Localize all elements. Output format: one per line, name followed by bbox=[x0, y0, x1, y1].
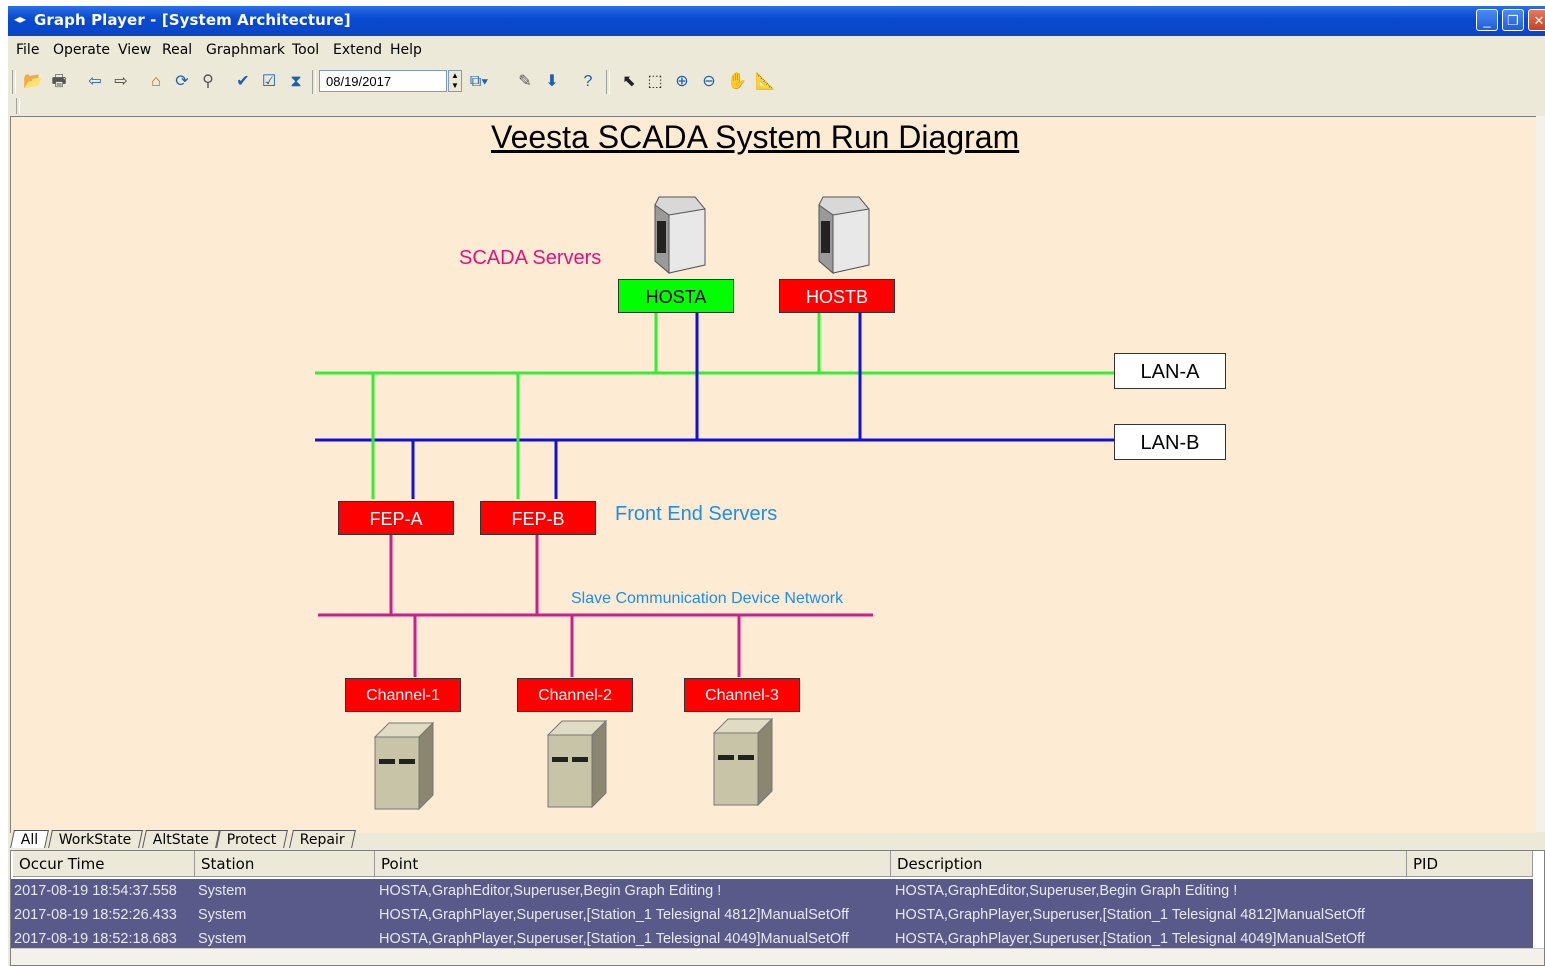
event-tabs: All WorkState AltState Protect Repair bbox=[10, 828, 1545, 850]
tab-altstate[interactable]: AltState bbox=[142, 830, 220, 848]
tab-all[interactable]: All bbox=[10, 830, 50, 848]
diagram-canvas[interactable]: Veesta SCADA System Run Diagram SCADA Se… bbox=[10, 116, 1537, 833]
refresh-icon[interactable]: ⟳ bbox=[171, 71, 193, 93]
device-icon-channel-2 bbox=[546, 719, 608, 809]
date-spinner[interactable]: ▲ ▼ bbox=[448, 70, 462, 92]
back-icon[interactable]: ⇦ bbox=[84, 71, 106, 93]
column-header-occur-time[interactable]: Occur Time bbox=[13, 851, 195, 877]
device-icon-channel-1 bbox=[373, 721, 435, 811]
cell-description: HOSTA,GraphEditor,Superuser,Begin Graph … bbox=[895, 883, 1238, 899]
lan-b-box[interactable]: LAN-B bbox=[1114, 424, 1226, 460]
slave-network-label: Slave Communication Device Network bbox=[571, 590, 844, 607]
toolbar-grip-row bbox=[8, 98, 1545, 116]
check-icon[interactable]: ☑ bbox=[258, 71, 280, 93]
menu-extend[interactable]: Extend bbox=[333, 42, 382, 58]
date-input[interactable] bbox=[319, 70, 447, 92]
cell-occur-time: 2017-08-19 18:54:37.558 bbox=[14, 883, 177, 899]
open-icon[interactable]: 📂 bbox=[22, 71, 44, 93]
select-icon[interactable]: ⬚ bbox=[644, 71, 666, 93]
search-icon[interactable]: ⚲ bbox=[197, 71, 219, 93]
help-icon[interactable]: ? bbox=[577, 71, 599, 93]
tab-workstate[interactable]: WorkState bbox=[48, 830, 143, 848]
scada-servers-label: SCADA Servers bbox=[459, 247, 602, 269]
download-icon[interactable]: ⬇ bbox=[541, 71, 563, 93]
forward-icon[interactable]: ⇨ bbox=[110, 71, 132, 93]
tab-repair-label: Repair bbox=[299, 832, 345, 848]
channel-3-box[interactable]: Channel-3 bbox=[684, 678, 800, 712]
menu-help[interactable]: Help bbox=[390, 42, 422, 58]
event-table: Occur Time Station Point Description PID… bbox=[10, 850, 1545, 966]
host-hosta[interactable]: HOSTA bbox=[618, 279, 734, 313]
toolbar-separator bbox=[606, 70, 610, 94]
pointer-icon[interactable]: ⬉ bbox=[618, 71, 640, 93]
table-row[interactable]: 2017-08-19 18:52:26.433 System HOSTA,Gra… bbox=[11, 903, 1533, 927]
menu-tool[interactable]: Tool bbox=[292, 42, 319, 58]
cell-point: HOSTA,GraphPlayer,Superuser,[Station_1 T… bbox=[379, 907, 849, 923]
canvas-vertical-scrollbar[interactable] bbox=[1536, 116, 1545, 832]
toolbar-separator bbox=[312, 70, 316, 94]
tab-protect-label: Protect bbox=[226, 832, 277, 848]
sync-icon[interactable]: ⧗ bbox=[285, 71, 307, 93]
layer-icon[interactable]: ⧉▾ bbox=[468, 71, 490, 93]
home-icon[interactable]: ⌂ bbox=[145, 71, 167, 93]
menu-graphmark[interactable]: Graphmark bbox=[206, 42, 285, 58]
zoom-out-icon[interactable]: ⊖ bbox=[698, 71, 720, 93]
channel-2-box[interactable]: Channel-2 bbox=[517, 678, 633, 712]
cell-description: HOSTA,GraphPlayer,Superuser,[Station_1 T… bbox=[895, 907, 1365, 923]
minimize-button[interactable]: _ bbox=[1476, 9, 1498, 31]
device-icon-channel-3 bbox=[712, 717, 774, 807]
print-icon[interactable]: 🖶 bbox=[48, 71, 70, 93]
grip-handle[interactable] bbox=[16, 98, 20, 114]
menu-bar: File Operate View Real Graphmark Tool Ex… bbox=[8, 37, 1545, 63]
graph-player-window: ◂▸ Graph Player - [System Architecture] … bbox=[8, 6, 1545, 966]
menu-operate[interactable]: Operate bbox=[53, 42, 110, 58]
fep-b-box[interactable]: FEP-B bbox=[480, 501, 596, 535]
tab-workstate-label: WorkState bbox=[58, 832, 132, 848]
close-button[interactable]: ✕ bbox=[1528, 9, 1545, 31]
host-hostb[interactable]: HOSTB bbox=[779, 279, 895, 313]
cell-station: System bbox=[198, 907, 247, 923]
zoom-in-icon[interactable]: ⊕ bbox=[671, 71, 693, 93]
server-icon-hosta bbox=[654, 196, 706, 275]
table-row[interactable]: 2017-08-19 18:54:37.558 System HOSTA,Gra… bbox=[11, 879, 1533, 903]
toolbar-grip bbox=[12, 70, 16, 94]
column-header-point[interactable]: Point bbox=[375, 851, 891, 877]
menu-file[interactable]: File bbox=[16, 42, 39, 58]
fep-a-box[interactable]: FEP-A bbox=[338, 501, 454, 535]
server-icon-hostb bbox=[818, 196, 870, 275]
app-icon: ◂▸ bbox=[14, 12, 27, 26]
cell-point: HOSTA,GraphEditor,Superuser,Begin Graph … bbox=[379, 883, 722, 899]
ok-icon[interactable]: ✔ bbox=[232, 71, 254, 93]
column-header-description[interactable]: Description bbox=[891, 851, 1407, 877]
front-end-servers-label: Front End Servers bbox=[615, 503, 778, 525]
menu-view[interactable]: View bbox=[118, 42, 151, 58]
network-lines bbox=[315, 196, 1116, 811]
lan-a-box[interactable]: LAN-A bbox=[1114, 353, 1226, 389]
column-header-station[interactable]: Station bbox=[195, 851, 375, 877]
window-title: Graph Player - [System Architecture] bbox=[34, 11, 351, 29]
column-header-pid[interactable]: PID bbox=[1407, 851, 1533, 877]
tab-repair[interactable]: Repair bbox=[289, 830, 356, 848]
ruler-icon[interactable]: 📐 bbox=[754, 71, 776, 93]
table-horizontal-scrollbar[interactable] bbox=[11, 948, 1544, 965]
channel-1-box[interactable]: Channel-1 bbox=[345, 678, 461, 712]
menu-real[interactable]: Real bbox=[162, 42, 192, 58]
edit-icon[interactable]: ✎ bbox=[514, 71, 536, 93]
title-bar: ◂▸ Graph Player - [System Architecture] … bbox=[8, 6, 1545, 36]
toolbar: 📂 🖶 ⇦ ⇨ ⌂ ⟳ ⚲ ✔ ☑ ⧗ ▲▼ ⧉▾ ✎ ⬇ ? ⬉ ⬚ ⊕ ⊖ … bbox=[8, 66, 1545, 98]
restore-button[interactable]: ❐ bbox=[1502, 9, 1524, 31]
tab-protect[interactable]: Protect bbox=[216, 830, 288, 848]
tab-altstate-label: AltState bbox=[152, 832, 209, 848]
cell-station: System bbox=[198, 883, 247, 899]
cell-occur-time: 2017-08-19 18:52:26.433 bbox=[14, 907, 177, 923]
tab-all-label: All bbox=[20, 832, 39, 848]
hand-icon[interactable]: ✋ bbox=[726, 71, 748, 93]
